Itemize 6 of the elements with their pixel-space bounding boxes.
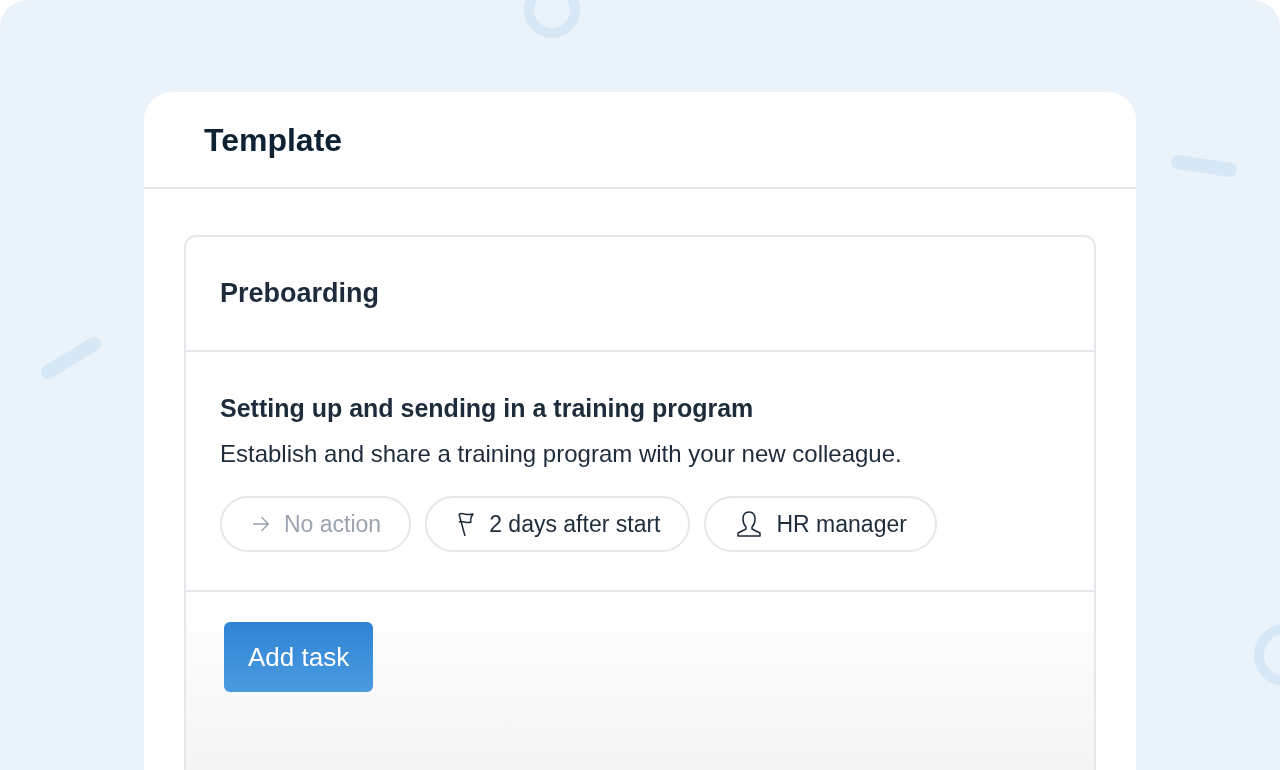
section-title: Preboarding	[220, 277, 380, 311]
task-description: Establish and share a training program with your new colleague.	[220, 439, 903, 469]
task-title: Setting up and sending in a training program	[220, 393, 755, 424]
card-title: Template	[204, 120, 343, 160]
task-chip[interactable]: HR manager	[704, 496, 937, 552]
task-chip[interactable]: 2 days after start	[425, 496, 691, 552]
